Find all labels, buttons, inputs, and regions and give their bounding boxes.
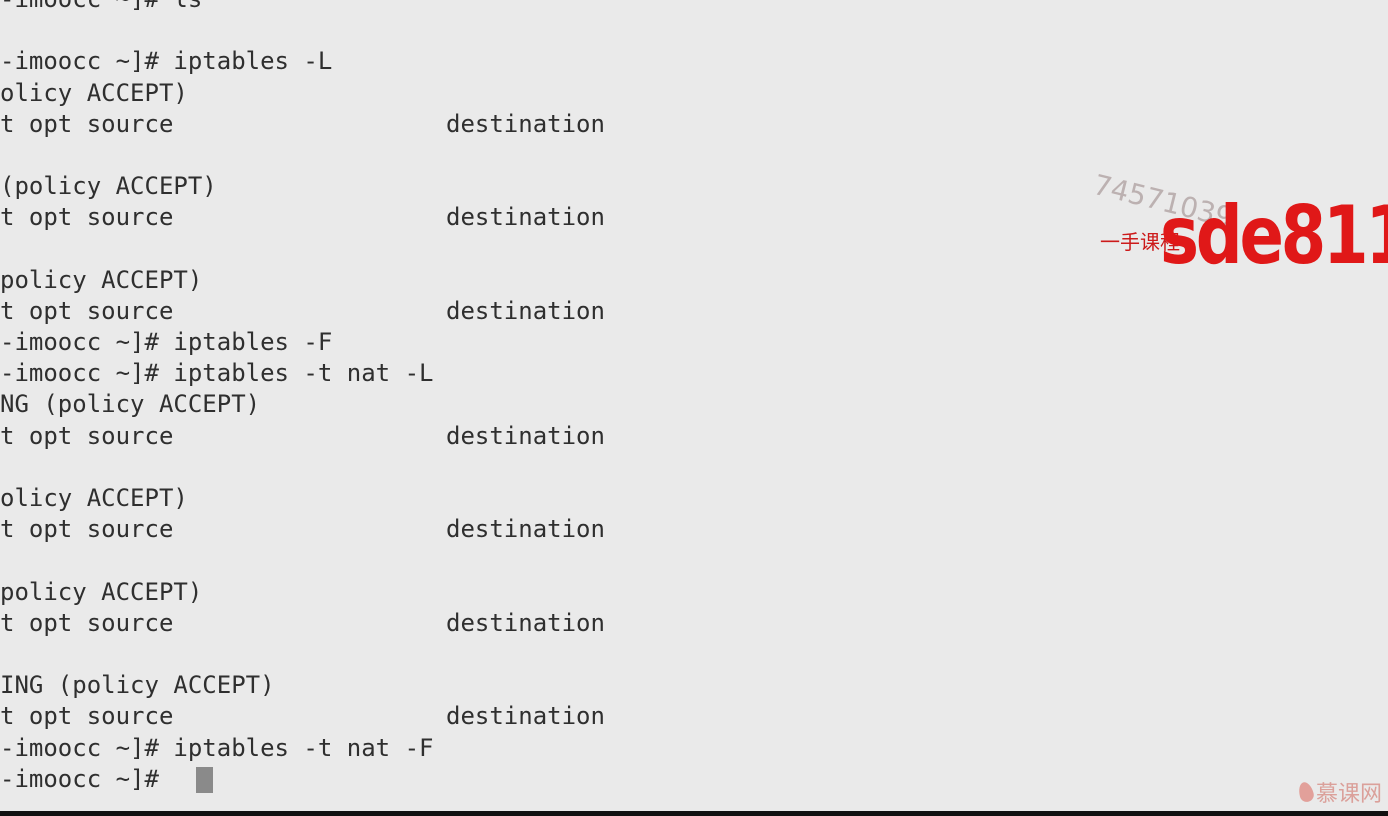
line-text: olicy ACCEPT) — [0, 484, 188, 512]
line-text: policy ACCEPT) — [0, 577, 203, 606]
line-text: (policy ACCEPT) — [0, 172, 217, 201]
line-text: -imoocc ~]# ls — [0, 0, 202, 15]
terminal-line: ING (policy ACCEPT) — [0, 670, 1388, 701]
line-text: -imoocc ~]# iptables -t nat -F — [0, 733, 434, 762]
destination-header: destination — [446, 203, 605, 232]
terminal-line: -imoocc ~]# iptables -F — [0, 327, 1388, 358]
watermark-stamp: sde811 — [1160, 189, 1388, 282]
destination-header: destination — [446, 702, 605, 731]
terminal-line: -imoocc ~]# iptables -L — [0, 46, 1388, 77]
line-text: t opt source — [0, 296, 174, 325]
terminal-prompt-line[interactable]: -imoocc ~]# — [0, 764, 1388, 795]
destination-header: destination — [446, 421, 605, 450]
line-text: t opt source — [0, 203, 174, 232]
destination-header: destination — [446, 608, 605, 637]
line-text: t opt source — [0, 702, 174, 731]
line-text: -imoocc ~]# iptables -L — [0, 47, 333, 76]
logo-text: 慕课网 — [1315, 782, 1382, 807]
bottom-edge-bar — [0, 811, 1388, 816]
line-text: olicy ACCEPT) — [0, 78, 188, 107]
line-text: policy ACCEPT) — [0, 265, 203, 294]
terminal-line: t opt source destination — [0, 421, 1388, 452]
terminal-line: policy ACCEPT) — [0, 577, 1388, 608]
terminal-line: t opt source destination — [0, 109, 1388, 140]
text-cursor — [196, 766, 213, 793]
line-text: NG (policy ACCEPT) — [0, 390, 261, 419]
terminal-line: t opt source destination — [0, 514, 1388, 545]
terminal-line: t opt source destination — [0, 296, 1388, 327]
flame-icon — [1296, 780, 1316, 804]
terminal-line: t opt source destination — [0, 608, 1388, 639]
line-text: ING (policy ACCEPT) — [0, 671, 275, 700]
line-text: -imoocc ~]# iptables -t nat -L — [0, 359, 434, 388]
terminal-line: olicy ACCEPT) — [0, 483, 1388, 514]
terminal-line: olicy ACCEPT) — [0, 78, 1388, 109]
terminal-line: -imoocc ~]# ls — [0, 0, 1388, 15]
terminal-line: -imoocc ~]# iptables -t nat -F — [0, 733, 1388, 764]
imooc-logo: 慕课网 — [1296, 776, 1382, 808]
line-text: -imoocc ~]# iptables -F — [0, 328, 333, 357]
line-text: t opt source — [0, 515, 174, 544]
destination-header: destination — [446, 296, 605, 325]
line-text: t opt source — [0, 608, 174, 637]
terminal-line: t opt source destination — [0, 701, 1388, 732]
destination-header: destination — [446, 515, 605, 544]
terminal-line: NG (policy ACCEPT) — [0, 389, 1388, 420]
prompt-text: -imoocc ~]# — [0, 764, 174, 793]
destination-header: destination — [446, 109, 605, 138]
line-text: t opt source — [0, 421, 174, 450]
terminal-output[interactable]: -imoocc ~]# ls -imoocc ~]# iptables -L o… — [0, 0, 1388, 812]
line-text: t opt source — [0, 109, 174, 138]
terminal-line: -imoocc ~]# iptables -t nat -L — [0, 358, 1388, 389]
terminal-screen[interactable]: -imoocc ~]# ls -imoocc ~]# iptables -L o… — [0, 0, 1388, 816]
